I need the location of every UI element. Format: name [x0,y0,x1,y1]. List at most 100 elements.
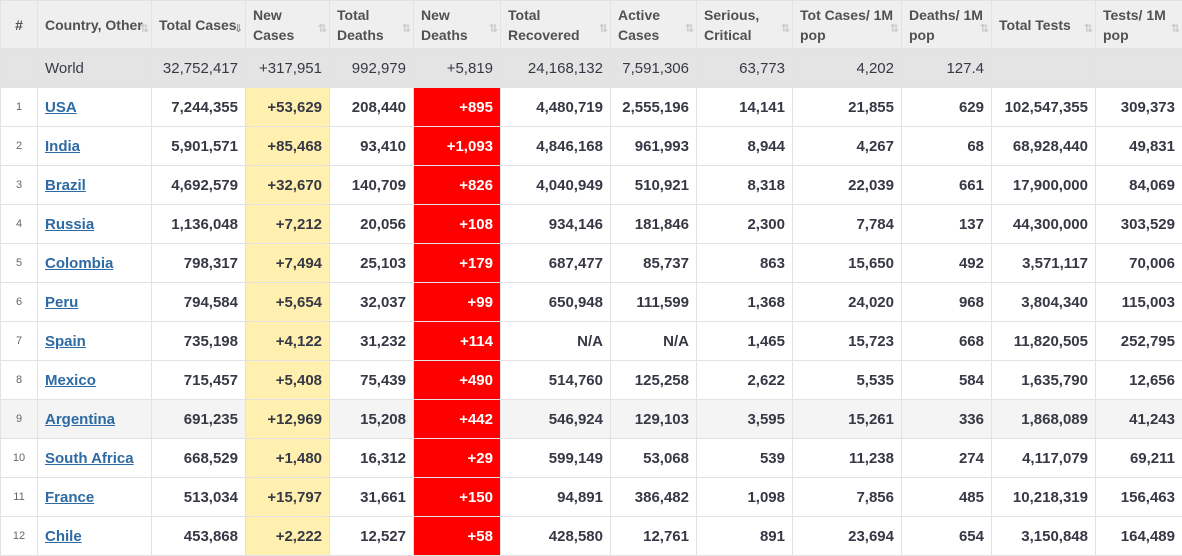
total-recovered-cell: 599,149 [501,439,611,478]
cases-per-1m-cell: 23,694 [793,517,902,556]
deaths-per-1m-cell: 492 [902,244,992,283]
table-row: 12Chile453,868+2,22212,527+58428,58012,7… [1,517,1182,556]
new-deaths-cell: +108 [414,205,501,244]
total-tests-cell: 11,820,505 [992,322,1096,361]
sort-icon: ⇅ [489,19,496,39]
rank-cell: 2 [1,127,38,166]
country-link[interactable]: USA [45,99,77,116]
col-header-deaths-per-1m[interactable]: Deaths/ 1M pop⇅ [902,1,992,49]
deaths-per-1m-cell: 584 [902,361,992,400]
total-deaths-cell: 15,208 [330,400,414,439]
country-cell: USA [38,88,152,127]
serious-critical-cell: 14,141 [697,88,793,127]
total-tests-cell: 10,218,319 [992,478,1096,517]
total-recovered-cell: 687,477 [501,244,611,283]
tests-per-1m-cell: 303,529 [1096,205,1182,244]
cases-per-1m-cell: 11,238 [793,439,902,478]
total-deaths-cell: 992,979 [330,49,414,88]
col-header-total-deaths[interactable]: Total Deaths⇅ [330,1,414,49]
sort-desc-icon: ⇓ [234,19,241,39]
deaths-per-1m-cell: 654 [902,517,992,556]
country-link[interactable]: Chile [45,528,82,545]
table-row: 6Peru794,584+5,65432,037+99650,948111,59… [1,283,1182,322]
active-cases-cell: 85,737 [611,244,697,283]
cases-per-1m-cell: 22,039 [793,166,902,205]
cases-per-1m-cell: 4,202 [793,49,902,88]
tests-per-1m-cell: 12,656 [1096,361,1182,400]
rank-cell: 8 [1,361,38,400]
country-cell: India [38,127,152,166]
total-cases-cell: 5,901,571 [152,127,246,166]
country-link[interactable]: Colombia [45,255,113,272]
country-cell: World [38,49,152,88]
col-header-rank[interactable]: # [1,1,38,49]
active-cases-cell: 129,103 [611,400,697,439]
total-deaths-cell: 208,440 [330,88,414,127]
total-deaths-cell: 140,709 [330,166,414,205]
deaths-per-1m-cell: 629 [902,88,992,127]
col-header-tests-per-1m[interactable]: Tests/ 1M pop⇅ [1096,1,1182,49]
total-deaths-cell: 75,439 [330,361,414,400]
deaths-per-1m-cell: 68 [902,127,992,166]
total-recovered-cell: N/A [501,322,611,361]
col-header-new-cases[interactable]: New Cases⇅ [246,1,330,49]
cases-per-1m-cell: 7,856 [793,478,902,517]
tests-per-1m-cell: 49,831 [1096,127,1182,166]
total-cases-cell: 453,868 [152,517,246,556]
tests-per-1m-cell: 164,489 [1096,517,1182,556]
country-link[interactable]: Brazil [45,177,86,194]
country-link[interactable]: Spain [45,333,86,350]
country-link[interactable]: India [45,138,80,155]
rank-cell: 5 [1,244,38,283]
col-header-active-cases[interactable]: Active Cases⇅ [611,1,697,49]
col-header-total-cases[interactable]: Total Cases⇓ [152,1,246,49]
col-header-total-tests[interactable]: Total Tests⇅ [992,1,1096,49]
tests-per-1m-cell: 84,069 [1096,166,1182,205]
country-link[interactable]: France [45,489,94,506]
col-header-new-deaths[interactable]: New Deaths⇅ [414,1,501,49]
total-deaths-cell: 31,232 [330,322,414,361]
col-header-country[interactable]: Country, Other⇅ [38,1,152,49]
cases-per-1m-cell: 4,267 [793,127,902,166]
new-deaths-cell: +58 [414,517,501,556]
world-total-row: World 32,752,417 +317,951 992,979 +5,819… [1,49,1182,88]
col-header-cases-per-1m[interactable]: Tot Cases/ 1M pop⇅ [793,1,902,49]
rank-cell: 3 [1,166,38,205]
new-cases-cell: +12,969 [246,400,330,439]
active-cases-cell: 12,761 [611,517,697,556]
new-cases-cell: +5,654 [246,283,330,322]
new-cases-cell: +1,480 [246,439,330,478]
country-cell: Mexico [38,361,152,400]
country-link[interactable]: Argentina [45,411,115,428]
total-cases-cell: 32,752,417 [152,49,246,88]
total-deaths-cell: 93,410 [330,127,414,166]
tests-per-1m-cell: 41,243 [1096,400,1182,439]
table-row: 4Russia1,136,048+7,21220,056+108934,1461… [1,205,1182,244]
country-cell: Brazil [38,166,152,205]
rank-cell: 1 [1,88,38,127]
new-cases-cell: +4,122 [246,322,330,361]
country-link[interactable]: South Africa [45,450,134,467]
rank-cell: 4 [1,205,38,244]
table-row: 3Brazil4,692,579+32,670140,709+8264,040,… [1,166,1182,205]
country-cell: Russia [38,205,152,244]
country-link[interactable]: Mexico [45,372,96,389]
col-header-total-recovered[interactable]: Total Recovered⇅ [501,1,611,49]
country-link[interactable]: Russia [45,216,94,233]
table-row: 8Mexico715,457+5,40875,439+490514,760125… [1,361,1182,400]
tests-per-1m-cell: 309,373 [1096,88,1182,127]
country-cell: Peru [38,283,152,322]
new-deaths-cell: +442 [414,400,501,439]
sort-icon: ⇅ [1084,19,1091,39]
total-cases-cell: 513,034 [152,478,246,517]
new-cases-cell: +7,212 [246,205,330,244]
total-cases-cell: 735,198 [152,322,246,361]
total-recovered-cell: 934,146 [501,205,611,244]
total-cases-cell: 668,529 [152,439,246,478]
country-link[interactable]: Peru [45,294,78,311]
new-deaths-cell: +490 [414,361,501,400]
col-header-serious-critical[interactable]: Serious, Critical⇅ [697,1,793,49]
total-tests-cell: 1,635,790 [992,361,1096,400]
new-cases-cell: +15,797 [246,478,330,517]
total-tests-cell: 68,928,440 [992,127,1096,166]
